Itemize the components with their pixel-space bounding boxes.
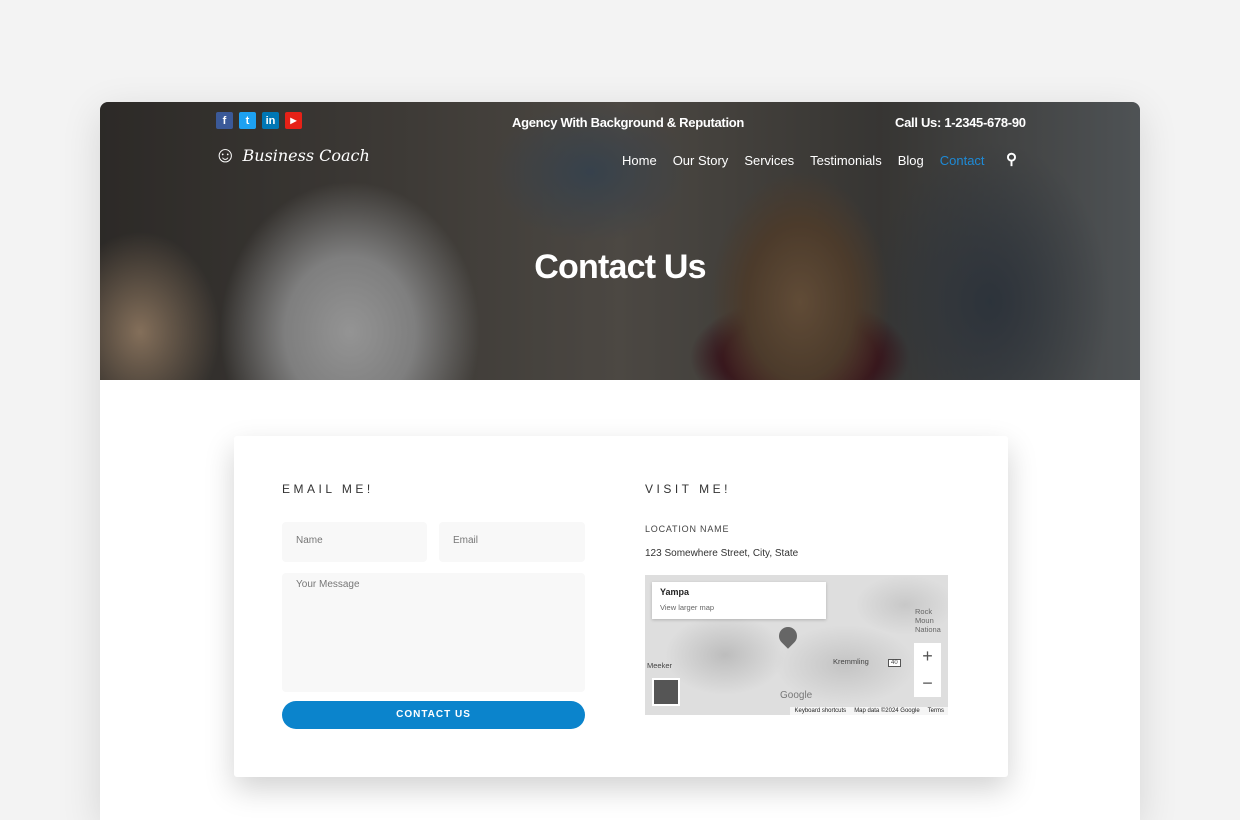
youtube-icon[interactable]: ▶ <box>285 112 302 129</box>
nav-testimonials[interactable]: Testimonials <box>810 153 882 168</box>
zoom-out-button[interactable]: − <box>914 670 941 697</box>
nav-services[interactable]: Services <box>744 153 794 168</box>
name-input[interactable]: Name <box>282 522 427 562</box>
map-label-meeker: Meeker <box>647 661 673 670</box>
logo-icon: ☺ <box>214 142 237 167</box>
social-links: f t in ▶ <box>216 112 302 129</box>
map-embed[interactable]: Yampa View larger map Meeker Kremmling Ro… <box>645 575 948 715</box>
map-footer: Keyboard shortcuts Map data ©2024 Google… <box>790 707 948 715</box>
view-larger-map-link[interactable]: View larger map <box>660 603 714 612</box>
email-input[interactable]: Email <box>439 522 585 562</box>
tagline: Agency With Background & Reputation <box>512 115 745 130</box>
logo[interactable]: ☺ Business Coach <box>214 142 370 168</box>
satellite-toggle[interactable] <box>652 678 680 706</box>
facebook-icon[interactable]: f <box>216 112 233 129</box>
nav-home[interactable]: Home <box>622 153 657 168</box>
hero-banner: f t in ▶ Agency With Background & Reputa… <box>100 102 1140 380</box>
nav-contact[interactable]: Contact <box>940 153 985 168</box>
nav-our-story[interactable]: Our Story <box>673 153 729 168</box>
search-icon[interactable]: ⚲ <box>1006 150 1017 168</box>
zoom-in-button[interactable]: + <box>914 643 941 670</box>
contact-us-button[interactable]: CONTACT US <box>282 701 585 729</box>
email-heading: EMAIL ME! <box>282 482 374 496</box>
map-data-text: Map data ©2024 Google <box>854 708 920 714</box>
map-label-kremmling: Kremmling <box>833 657 869 666</box>
location-label: LOCATION NAME <box>645 524 730 534</box>
map-label-rocky: Rock Moun Nationa <box>915 607 941 634</box>
keyboard-shortcuts-link[interactable]: Keyboard shortcuts <box>794 708 846 714</box>
logo-text: Business Coach <box>242 145 370 165</box>
main-nav: Home Our Story Services Testimonials Blo… <box>622 153 985 168</box>
phone-number: Call Us: 1-2345-678-90 <box>895 115 1026 130</box>
page-title: Contact Us <box>534 248 706 286</box>
map-info-card: Yampa View larger map <box>652 582 826 619</box>
map-place: Yampa <box>660 587 690 597</box>
map-zoom-controls: + − <box>914 643 941 697</box>
linkedin-icon[interactable]: in <box>262 112 279 129</box>
visit-heading: VISIT ME! <box>645 482 731 496</box>
route-40-icon: 40 <box>888 659 901 667</box>
google-logo: Google <box>780 690 813 701</box>
terms-link[interactable]: Terms <box>928 708 944 714</box>
nav-blog[interactable]: Blog <box>898 153 924 168</box>
map-pin-icon[interactable] <box>775 623 801 649</box>
address: 123 Somewhere Street, City, State <box>645 548 799 559</box>
browser-frame: f t in ▶ Agency With Background & Reputa… <box>100 102 1140 820</box>
twitter-icon[interactable]: t <box>239 112 256 129</box>
contact-card: EMAIL ME! Name Email Your Message CONTAC… <box>234 436 1008 777</box>
message-textarea[interactable]: Your Message <box>282 573 585 692</box>
